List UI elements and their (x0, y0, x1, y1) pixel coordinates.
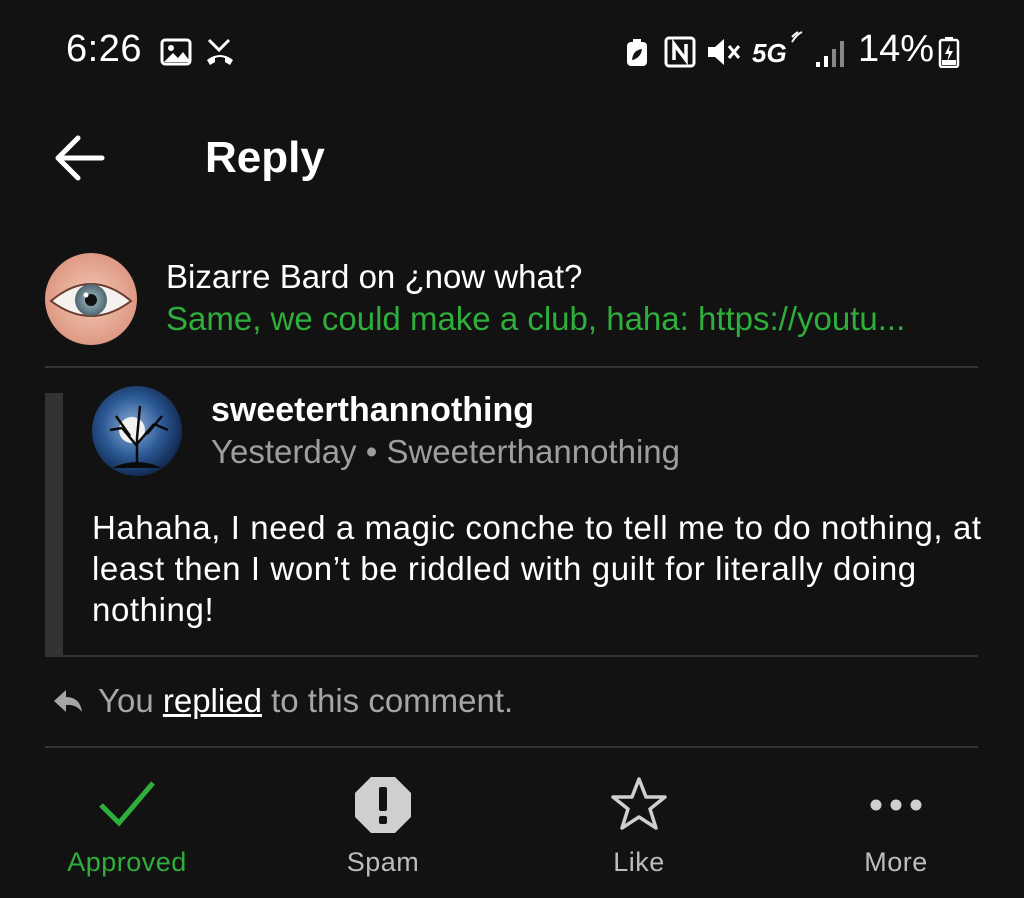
more-dots-icon (870, 799, 922, 811)
quote-indicator-bar (45, 393, 63, 657)
star-icon (611, 777, 667, 830)
replied-link[interactable]: replied (163, 682, 262, 719)
divider (45, 366, 978, 368)
comment-meta: Yesterday • Sweeterthannothing (211, 433, 680, 470)
commenter-avatar[interactable] (92, 386, 182, 476)
missed-call-icon (207, 38, 233, 65)
mute-icon (708, 39, 741, 65)
battery-saver-icon (627, 39, 647, 66)
page-title: Reply (205, 133, 325, 182)
replied-suffix: to this comment. (271, 682, 514, 719)
status-bar: 6:26 5G 14% (0, 0, 1024, 100)
network-activity-icon (791, 31, 803, 43)
divider (45, 655, 978, 657)
spam-label: Spam (346, 847, 420, 877)
nfc-icon (664, 36, 696, 68)
approved-label: Approved (67, 847, 187, 877)
replied-status: You replied to this comment. (98, 682, 513, 720)
more-button[interactable]: More (796, 775, 996, 885)
spam-octagon-icon (355, 777, 411, 833)
replied-prefix: You (98, 682, 154, 719)
eye-avatar-image (45, 253, 137, 345)
battery-charging-icon (938, 37, 960, 68)
context-snippet-link[interactable]: Same, we could make a club, haha: https:… (166, 300, 978, 338)
check-icon (99, 781, 155, 827)
comment-body: Hahaha, I need a magic conche to tell me… (92, 509, 982, 628)
comment-author[interactable]: sweeterthannothing (211, 391, 534, 430)
reply-icon (54, 690, 82, 712)
context-title: Bizarre Bard on ¿now what? (166, 258, 583, 295)
more-label: More (864, 847, 928, 877)
status-time: 6:26 (66, 28, 142, 70)
network-type-label: 5G (752, 38, 787, 68)
back-button[interactable] (50, 130, 110, 186)
gallery-icon (160, 38, 192, 66)
signal-icon (816, 41, 844, 67)
reply-screen: 6:26 5G 14% Reply Bizarre Bard on ¿now w… (0, 0, 1024, 898)
like-button[interactable]: Like (539, 775, 739, 885)
battery-percent: 14% (858, 28, 935, 70)
approved-button[interactable]: Approved (27, 775, 227, 885)
context-avatar[interactable] (45, 253, 137, 345)
divider (45, 746, 978, 748)
tree-moon-avatar-image (92, 386, 182, 476)
like-label: Like (613, 847, 665, 877)
spam-button[interactable]: Spam (283, 775, 483, 885)
